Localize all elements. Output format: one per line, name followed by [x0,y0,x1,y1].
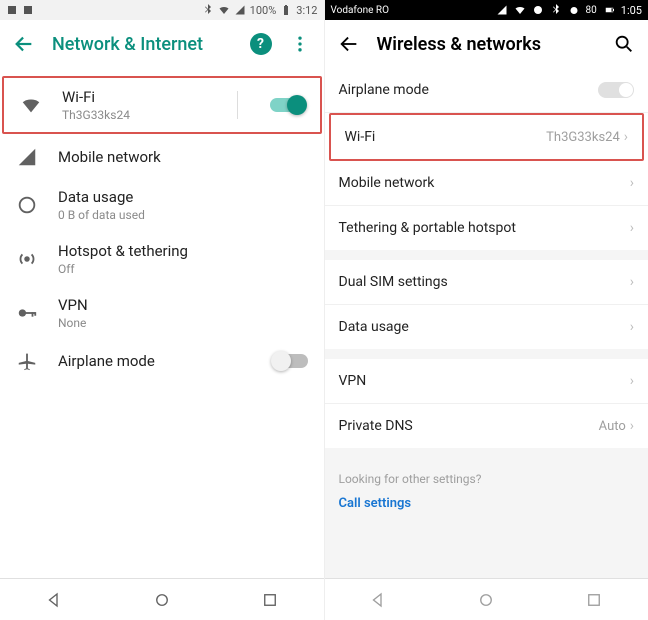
signal-icon [496,4,508,16]
nav-home-button[interactable] [153,591,171,609]
row-data-usage[interactable]: Data usage › [325,305,648,349]
chevron-right-icon: › [630,319,634,335]
row-label: Data usage [339,319,630,335]
row-airplane[interactable]: Airplane mode [0,340,324,382]
app-bar: Network & Internet ? [0,20,324,68]
row-label: Mobile network [339,175,630,191]
signal-icon [234,4,246,16]
row-title: VPN [58,296,308,314]
airplane-toggle[interactable] [598,82,634,98]
clock-text: 1:05 [621,4,642,17]
chevron-right-icon: › [630,220,634,236]
wifi-toggle[interactable] [270,98,304,112]
row-title: Mobile network [58,148,308,166]
highlight-wifi: Wi-Fi Th3G33ks24 › [329,113,645,161]
wifi-icon [218,4,230,16]
settings-list: Airplane mode Wi-Fi Th3G33ks24 › Mobile … [325,68,648,578]
dnd-icon [532,4,544,16]
footer-question: Looking for other settings? [339,472,635,486]
app-bar: Wireless & networks [325,20,648,68]
airplane-icon [16,350,38,372]
row-mobile-network[interactable]: Mobile network › [325,161,648,206]
row-wifi[interactable]: Wi-Fi Th3G33ks24 [4,78,320,132]
row-tethering[interactable]: Tethering & portable hotspot › [325,206,648,250]
row-label: Airplane mode [339,82,599,98]
row-private-dns[interactable]: Private DNS Auto › [325,404,648,448]
chevron-right-icon: › [624,129,628,145]
row-title: Wi-Fi [62,88,209,106]
chevron-right-icon: › [630,373,634,389]
phone-right: Vodafone RO 80 1:05 Wireless & networks … [324,0,648,620]
nav-recent-button[interactable] [261,591,279,609]
bluetooth-icon [550,4,562,16]
back-button[interactable] [337,32,361,56]
row-label: Dual SIM settings [339,274,630,290]
help-button[interactable]: ? [250,33,272,55]
page-title: Wireless & networks [377,34,541,55]
signal-icon [16,146,38,168]
row-value: Th3G33ks24 [546,130,620,145]
row-vpn[interactable]: VPN › [325,359,648,404]
chevron-right-icon: › [630,274,634,290]
battery-icon [280,4,292,16]
notif-icon [6,4,18,16]
row-dual-sim[interactable]: Dual SIM settings › [325,260,648,305]
row-subtitle: 0 B of data used [58,208,308,222]
battery-icon [603,4,615,16]
chevron-right-icon: › [630,418,634,434]
divider [237,91,238,119]
other-settings-box: Looking for other settings? Call setting… [325,458,648,525]
row-label: Wi-Fi [345,129,547,145]
row-subtitle: Off [58,262,308,276]
carrier-text: Vodafone RO [331,5,389,16]
wifi-icon [514,4,526,16]
row-title: Airplane mode [58,352,254,370]
status-bar: Vodafone RO 80 1:05 [325,0,648,20]
row-airplane[interactable]: Airplane mode [325,68,648,113]
row-label: Private DNS [339,418,599,434]
page-title: Network & Internet [52,34,203,55]
data-usage-icon [16,194,38,216]
search-button[interactable] [612,32,636,56]
highlight-wifi: Wi-Fi Th3G33ks24 [2,76,322,134]
nav-back-button[interactable] [45,591,63,609]
row-title: Data usage [58,188,308,206]
row-value: Auto [599,419,626,434]
settings-list: Wi-Fi Th3G33ks24 Mobile network Data usa… [0,68,324,578]
hotspot-icon [16,248,38,270]
row-subtitle: Th3G33ks24 [62,108,209,122]
chevron-right-icon: › [630,175,634,191]
row-data-usage[interactable]: Data usage 0 B of data used [0,178,324,232]
battery-text: 80 [586,5,597,16]
nav-back-button[interactable] [369,591,387,609]
phone-left: 100% 3:12 Network & Internet ? Wi-Fi Th3… [0,0,324,620]
overflow-menu-button[interactable] [288,32,312,56]
vpn-key-icon [16,302,38,324]
nav-bar [325,578,648,620]
row-label: VPN [339,373,630,389]
nav-home-button[interactable] [477,591,495,609]
call-settings-link[interactable]: Call settings [339,496,635,511]
notif-icon [22,4,34,16]
row-vpn[interactable]: VPN None [0,286,324,340]
nav-bar [0,578,324,620]
row-title: Hotspot & tethering [58,242,308,260]
battery-text: 100% [250,4,277,17]
row-mobile-network[interactable]: Mobile network [0,136,324,178]
alarm-icon [568,4,580,16]
row-label: Tethering & portable hotspot [339,220,630,236]
row-wifi[interactable]: Wi-Fi Th3G33ks24 › [331,115,643,159]
bluetooth-icon [202,4,214,16]
nav-recent-button[interactable] [585,591,603,609]
clock-text: 3:12 [296,4,317,17]
airplane-toggle[interactable] [274,354,308,368]
back-button[interactable] [12,32,36,56]
row-hotspot[interactable]: Hotspot & tethering Off [0,232,324,286]
status-bar: 100% 3:12 [0,0,324,20]
row-subtitle: None [58,316,308,330]
wifi-icon [20,94,42,116]
